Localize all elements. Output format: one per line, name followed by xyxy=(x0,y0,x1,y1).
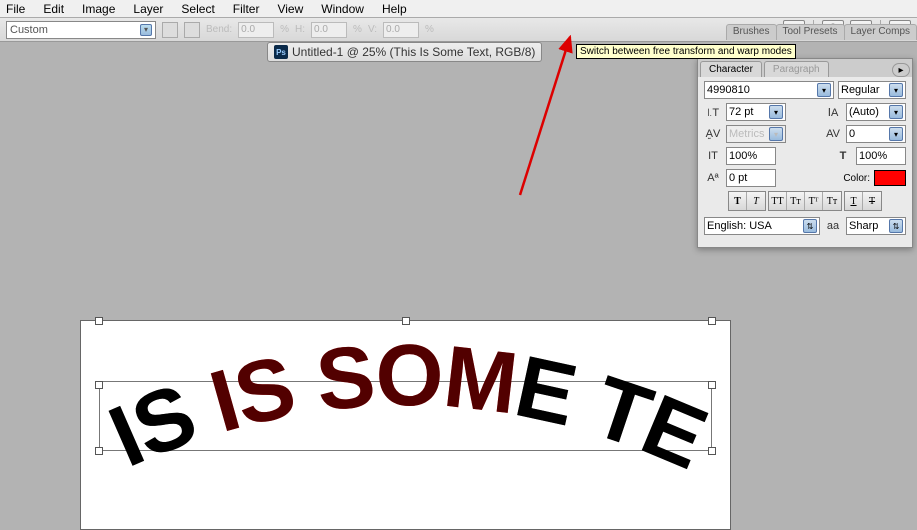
language-value: English: USA xyxy=(707,220,772,232)
font-family-select[interactable]: 4990810 ▾ xyxy=(704,81,834,99)
warp-style-select[interactable]: Custom ▾ xyxy=(6,21,156,39)
menu-help[interactable]: Help xyxy=(382,2,407,16)
chevron-down-icon: ▾ xyxy=(769,127,783,141)
vscale-field[interactable]: 100% xyxy=(726,147,776,165)
tab-brushes[interactable]: Brushes xyxy=(726,24,777,40)
menu-bar: File Edit Image Layer Select Filter View… xyxy=(0,0,917,18)
orientation-horizontal-icon xyxy=(162,22,178,38)
all-caps-button[interactable]: TT xyxy=(769,192,787,210)
warped-text[interactable]: THIS IS SOME TEXT THIS IS SOME TEXT xyxy=(81,321,730,529)
menu-file[interactable]: File xyxy=(6,2,25,16)
faux-italic-button[interactable]: T xyxy=(747,192,765,210)
chevron-down-icon: ▾ xyxy=(140,24,152,36)
antialias-select[interactable]: Sharp ⇅ xyxy=(846,217,906,235)
font-style-select[interactable]: Regular ▾ xyxy=(838,81,906,99)
chevron-down-icon: ▾ xyxy=(769,105,783,119)
font-size-icon: ꜑T xyxy=(704,104,722,120)
v-pct: % xyxy=(425,24,434,35)
subscript-button[interactable]: Tᴛ xyxy=(823,192,841,210)
orientation-vertical-icon xyxy=(184,22,200,38)
antialias-value: Sharp xyxy=(849,220,878,232)
type-style-buttons: T T TT Tᴛ Tᵀ Tᴛ T T xyxy=(704,191,906,211)
menu-layer[interactable]: Layer xyxy=(133,2,163,16)
faux-bold-button[interactable]: T xyxy=(729,192,747,210)
menu-image[interactable]: Image xyxy=(82,2,115,16)
v-label: V: xyxy=(368,24,377,35)
chevron-down-icon: ▾ xyxy=(889,83,903,97)
photoshop-icon: Ps xyxy=(274,45,288,59)
hscale-field[interactable]: 100% xyxy=(856,147,906,165)
h-pct: % xyxy=(353,24,362,35)
tooltip: Switch between free transform and warp m… xyxy=(576,44,796,59)
chevron-down-icon: ▾ xyxy=(889,105,903,119)
antialias-icon: aa xyxy=(824,218,842,234)
h-field: 0.0 xyxy=(311,22,347,38)
tracking-icon: AV xyxy=(824,126,842,142)
bend-label: Bend: xyxy=(206,24,232,35)
menu-select[interactable]: Select xyxy=(181,2,214,16)
tab-layer-comps[interactable]: Layer Comps xyxy=(844,24,917,40)
underline-button[interactable]: T xyxy=(845,192,863,210)
hscale-icon: T xyxy=(834,148,852,164)
language-select[interactable]: English: USA ⇅ xyxy=(704,217,820,235)
color-label: Color: xyxy=(843,173,870,184)
bend-field: 0.0 xyxy=(238,22,274,38)
menu-window[interactable]: Window xyxy=(321,2,364,16)
panel-tabs: Brushes Tool Presets Layer Comps xyxy=(727,24,917,40)
chevron-down-icon: ▾ xyxy=(889,127,903,141)
menu-filter[interactable]: Filter xyxy=(233,2,260,16)
font-style-value: Regular xyxy=(841,84,880,96)
font-size-value: 72 pt xyxy=(729,106,753,118)
v-field: 0.0 xyxy=(383,22,419,38)
canvas[interactable]: THIS IS SOME TEXT THIS IS SOME TEXT xyxy=(80,320,731,530)
tab-paragraph[interactable]: Paragraph xyxy=(764,61,829,77)
chevron-down-icon: ▾ xyxy=(817,83,831,97)
panel-menu-icon[interactable]: ▸ xyxy=(892,63,910,77)
menu-view[interactable]: View xyxy=(277,2,303,16)
small-caps-button[interactable]: Tᴛ xyxy=(787,192,805,210)
superscript-button[interactable]: Tᵀ xyxy=(805,192,823,210)
svg-text:THIS IS SOME TEXT: THIS IS SOME TEXT xyxy=(81,321,718,487)
chevron-updown-icon: ⇅ xyxy=(889,219,903,233)
kerning-value: Metrics xyxy=(729,128,764,140)
warp-style-value: Custom xyxy=(10,24,48,36)
kerning-icon: A͍V xyxy=(704,126,722,142)
color-swatch[interactable] xyxy=(874,170,906,186)
leading-select[interactable]: (Auto) ▾ xyxy=(846,103,906,121)
tab-character[interactable]: Character xyxy=(700,61,762,77)
tracking-value: 0 xyxy=(849,128,855,140)
bend-pct: % xyxy=(280,24,289,35)
font-size-select[interactable]: 72 pt ▾ xyxy=(726,103,786,121)
vscale-icon: IT xyxy=(704,148,722,164)
strikethrough-button[interactable]: T xyxy=(863,192,881,210)
chevron-updown-icon: ⇅ xyxy=(803,219,817,233)
baseline-field[interactable]: 0 pt xyxy=(726,169,776,187)
leading-icon: ⅠA xyxy=(824,104,842,120)
kerning-select: Metrics ▾ xyxy=(726,125,786,143)
character-panel: Character Paragraph ▸ 4990810▾ Regular▾ … xyxy=(697,58,913,248)
baseline-icon: Aª xyxy=(704,170,722,186)
tab-tool-presets[interactable]: Tool Presets xyxy=(776,24,845,40)
menu-edit[interactable]: Edit xyxy=(43,2,64,16)
tracking-select[interactable]: 0▾ xyxy=(846,125,906,143)
h-label: H: xyxy=(295,24,305,35)
annotation-arrow xyxy=(470,35,590,205)
font-family-value: 4990810 xyxy=(707,84,750,96)
leading-value: (Auto) xyxy=(849,106,879,118)
